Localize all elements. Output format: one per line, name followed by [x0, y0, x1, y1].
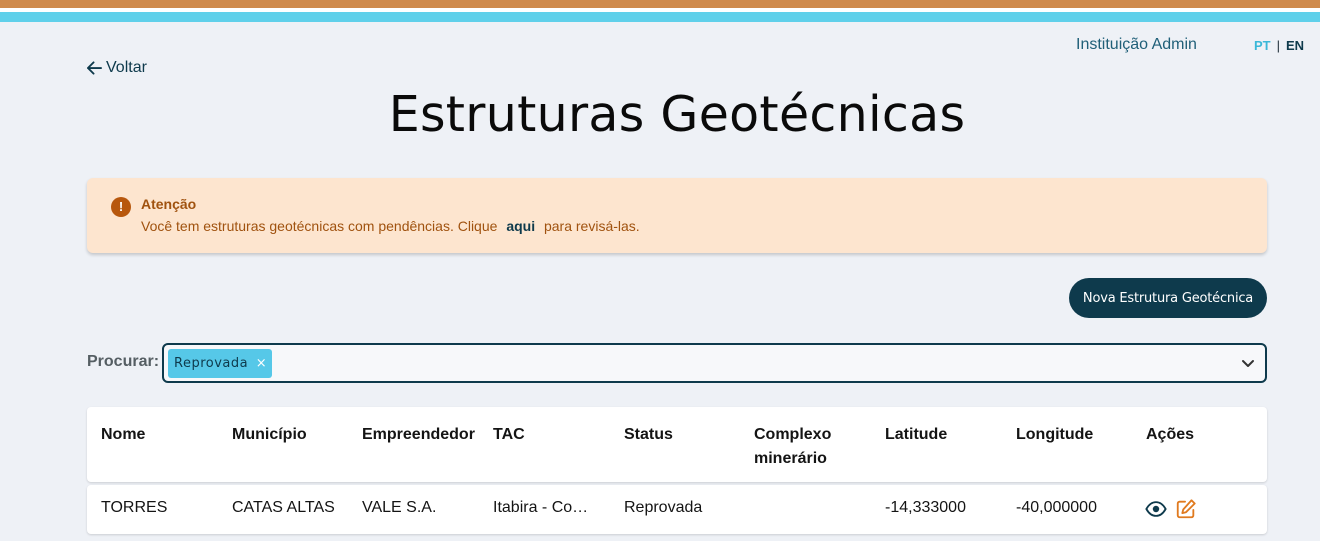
- alert-message: Você tem estruturas geotécnicas com pend…: [141, 218, 640, 234]
- col-header-latitude[interactable]: Latitude: [885, 423, 1005, 447]
- user-name[interactable]: Instituição Admin: [1076, 36, 1197, 54]
- col-header-municipio[interactable]: Município: [232, 423, 352, 447]
- exclamation-circle-icon: !: [111, 197, 131, 217]
- lang-en[interactable]: EN: [1286, 38, 1304, 53]
- cell-status: Reprovada: [624, 499, 703, 516]
- col-header-acoes: Ações: [1146, 426, 1195, 443]
- col-header-longitude[interactable]: Longitude: [1016, 423, 1136, 447]
- back-link[interactable]: Voltar: [87, 59, 147, 77]
- language-switcher: PT | EN: [1254, 38, 1304, 53]
- alert-heading: Atenção: [141, 196, 197, 212]
- attention-alert: ! Atenção Você tem estruturas geotécnica…: [87, 178, 1267, 253]
- page-title: Estruturas Geotécnicas: [388, 86, 966, 143]
- alert-message-text: Você tem estruturas geotécnicas com pend…: [141, 218, 498, 234]
- search-select[interactable]: Reprovada ×: [162, 343, 1267, 383]
- col-header-empreendedor[interactable]: Empreendedor: [362, 423, 482, 447]
- cell-tac: Itabira - Com...: [493, 499, 597, 516]
- cell-longitude: -40,000000: [1016, 499, 1097, 516]
- cell-municipio: CATAS ALTAS: [232, 499, 335, 516]
- edit-icon[interactable]: [1175, 498, 1197, 520]
- row-actions: [1145, 498, 1197, 520]
- chip-remove-icon[interactable]: ×: [256, 349, 267, 378]
- table-row: TORRES CATAS ALTAS VALE S.A. Itabira - C…: [87, 485, 1267, 534]
- chevron-down-icon[interactable]: [1241, 356, 1255, 370]
- alert-review-link[interactable]: aqui: [506, 218, 535, 234]
- cell-empreendedor: VALE S.A.: [362, 499, 437, 516]
- back-label: Voltar: [106, 59, 147, 76]
- top-stripe-orange: [0, 0, 1320, 8]
- cell-nome: TORRES: [101, 499, 168, 516]
- lang-pt[interactable]: PT: [1254, 38, 1271, 53]
- table-header: Nome Município Empreendedor TAC Status C…: [87, 407, 1267, 482]
- lang-separator: |: [1276, 38, 1281, 53]
- new-structure-button[interactable]: Nova Estrutura Geotécnica: [1069, 278, 1267, 318]
- filter-chip: Reprovada ×: [168, 349, 273, 378]
- search-label: Procurar:: [87, 353, 160, 370]
- col-header-tac[interactable]: TAC: [493, 423, 613, 447]
- col-header-complexo[interactable]: Complexo minerário: [754, 423, 854, 471]
- filter-chip-label: Reprovada: [174, 356, 249, 371]
- alert-message-tail: para revisá-las.: [543, 218, 640, 234]
- top-stripe-blue: [0, 12, 1320, 22]
- arrow-left-icon: [87, 61, 102, 75]
- cell-latitude: -14,333000: [885, 499, 966, 516]
- col-header-status[interactable]: Status: [624, 423, 744, 447]
- eye-icon[interactable]: [1145, 498, 1167, 520]
- col-header-nome[interactable]: Nome: [101, 423, 221, 447]
